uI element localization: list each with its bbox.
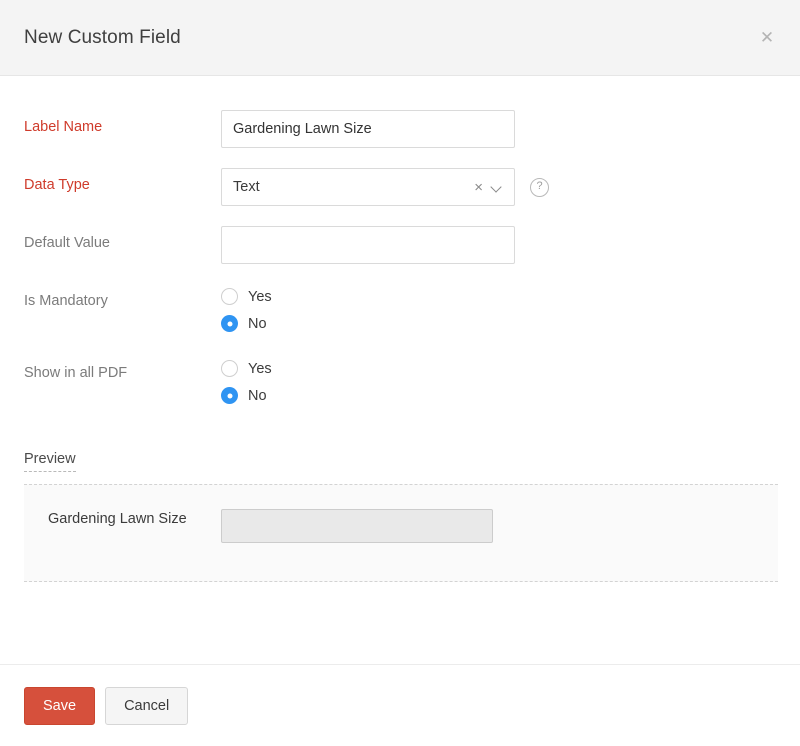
form-row-is-mandatory: Is Mandatory Yes No	[24, 284, 776, 332]
show-in-all-pdf-option-no-label: No	[248, 387, 267, 404]
is-mandatory-option-no[interactable]: No	[221, 315, 272, 332]
new-custom-field-dialog: New Custom Field ✕ Label Name Data Type …	[0, 0, 800, 746]
help-icon[interactable]: ?	[530, 177, 549, 197]
preview-field-input	[221, 509, 493, 543]
data-type-selected-value: Text	[233, 179, 260, 195]
show-in-all-pdf-option-no[interactable]: No	[221, 387, 272, 404]
preview-field-label: Gardening Lawn Size	[48, 511, 187, 527]
default-value-input[interactable]	[221, 226, 515, 264]
dialog-footer: Save Cancel	[0, 664, 800, 746]
label-name-control	[221, 110, 515, 148]
preview-panel: Gardening Lawn Size	[24, 484, 778, 582]
is-mandatory-label: Is Mandatory	[24, 293, 108, 309]
radio-icon	[221, 288, 238, 305]
form-row-data-type: Data Type Text × ?	[24, 168, 776, 206]
data-type-label: Data Type	[24, 177, 90, 193]
dialog-header: New Custom Field ✕	[0, 0, 800, 76]
radio-selected-icon	[221, 387, 238, 404]
show-in-all-pdf-option-yes[interactable]: Yes	[221, 360, 272, 377]
is-mandatory-option-yes-label: Yes	[248, 288, 272, 305]
show-in-all-pdf-label: Show in all PDF	[24, 365, 128, 381]
dialog-body: Label Name Data Type Text × ? Default Va…	[0, 76, 800, 664]
radio-icon	[221, 360, 238, 377]
preview-title: Preview	[24, 451, 76, 472]
data-type-select[interactable]: Text ×	[221, 168, 515, 206]
clear-icon[interactable]: ×	[474, 180, 483, 195]
default-value-control	[221, 226, 515, 264]
close-icon[interactable]: ✕	[756, 27, 778, 49]
form-row-show-in-all-pdf: Show in all PDF Yes No	[24, 356, 776, 404]
chevron-down-icon[interactable]	[492, 182, 503, 193]
preview-section: Preview Gardening Lawn Size	[24, 450, 778, 582]
radio-selected-icon	[221, 315, 238, 332]
is-mandatory-option-no-label: No	[248, 315, 267, 332]
form-row-default-value: Default Value	[24, 226, 776, 264]
save-button[interactable]: Save	[24, 686, 96, 725]
is-mandatory-option-yes[interactable]: Yes	[221, 288, 272, 305]
cancel-button[interactable]: Cancel	[105, 686, 189, 725]
form-row-label-name: Label Name	[24, 110, 776, 148]
show-in-all-pdf-radio-group: Yes No	[221, 356, 272, 404]
label-name-label: Label Name	[24, 119, 103, 135]
data-type-control: Text × ?	[221, 168, 549, 206]
dialog-title: New Custom Field	[24, 26, 181, 48]
default-value-label: Default Value	[24, 235, 110, 251]
show-in-all-pdf-option-yes-label: Yes	[248, 360, 272, 377]
is-mandatory-radio-group: Yes No	[221, 284, 272, 332]
label-name-input[interactable]	[221, 110, 515, 148]
